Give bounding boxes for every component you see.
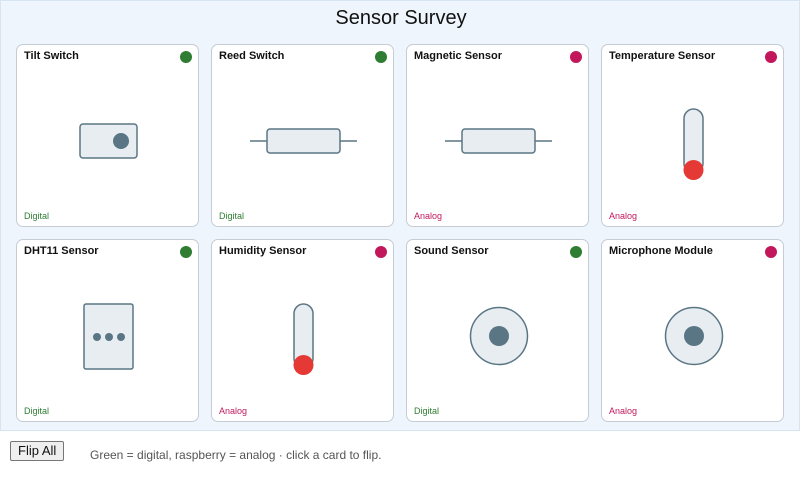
sensor-card-tilt-switch[interactable]: Tilt Switch Digital	[16, 44, 199, 227]
survey-board: Sensor Survey Tilt Switch Digital Reed S…	[0, 0, 800, 431]
resistor-icon	[445, 128, 552, 154]
flip-all-button[interactable]: Flip All	[10, 441, 65, 461]
card-kind-label: Digital	[24, 406, 50, 416]
sensor-card-microphone-module[interactable]: Microphone Module Analog	[601, 239, 784, 422]
card-kind-label: Digital	[24, 211, 50, 221]
card-kind-label: Analog	[609, 211, 638, 221]
card-kind-label: Analog	[219, 406, 248, 416]
sensor-card-temperature-sensor[interactable]: Temperature Sensor Analog	[601, 44, 784, 227]
card-kind-label: Analog	[609, 406, 638, 416]
card-kind-label: Digital	[414, 406, 440, 416]
microphone-disc-icon	[664, 306, 724, 366]
reed-switch-icon	[250, 128, 357, 154]
dht11-module-icon	[83, 303, 134, 370]
controls-bar: Flip All Green = digital, raspberry = an…	[0, 430, 800, 482]
sensor-card-sound-sensor[interactable]: Sound Sensor Digital	[406, 239, 589, 422]
sensor-card-magnetic-sensor[interactable]: Magnetic Sensor Analog	[406, 44, 589, 227]
card-kind-label: Digital	[219, 211, 245, 221]
thermometer-icon	[683, 108, 704, 180]
sensor-card-dht11-sensor[interactable]: DHT11 Sensor Digital	[16, 239, 199, 422]
sensor-card-reed-switch[interactable]: Reed Switch Digital	[211, 44, 394, 227]
legend-hint: Green = digital, raspberry = analog · cl…	[90, 448, 382, 462]
tilt-switch-icon	[79, 123, 138, 159]
thermometer-icon	[293, 303, 314, 375]
sensor-card-humidity-sensor[interactable]: Humidity Sensor Analog	[211, 239, 394, 422]
microphone-disc-icon	[469, 306, 529, 366]
page-title: Sensor Survey	[335, 7, 467, 29]
card-kind-label: Analog	[414, 211, 443, 221]
